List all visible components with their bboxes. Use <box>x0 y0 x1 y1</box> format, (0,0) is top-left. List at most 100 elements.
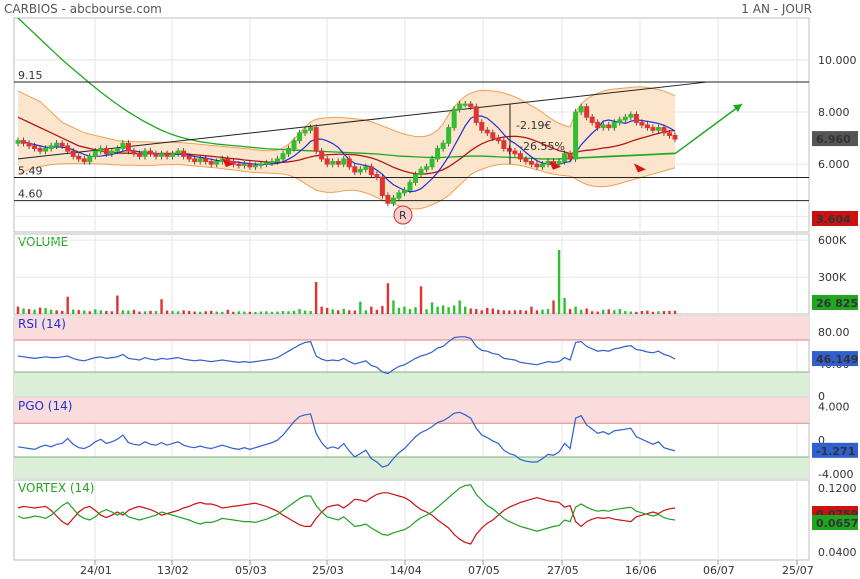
volume-bar <box>215 311 218 314</box>
x-tick-label: 27/05 <box>547 564 579 577</box>
candle-body <box>473 106 479 123</box>
volume-bar <box>121 310 125 314</box>
volume-bar <box>88 311 91 314</box>
volume-bar <box>414 307 417 314</box>
candle-body <box>335 161 341 165</box>
candle-body <box>308 127 314 131</box>
volume-bar <box>370 306 373 314</box>
volume-bar <box>165 310 169 314</box>
volume-bar <box>381 306 384 314</box>
candle-body <box>43 147 49 152</box>
candle-body <box>440 142 446 149</box>
y-tick-label: 10.000 <box>818 54 857 67</box>
volume-bar <box>353 310 356 314</box>
volume-bar <box>138 311 141 314</box>
volume-bar <box>342 308 345 314</box>
volume-bar <box>149 310 152 314</box>
volume-bar <box>475 309 478 314</box>
candle-body <box>341 158 347 165</box>
volume-bar <box>232 311 235 314</box>
volume-bar <box>132 309 136 314</box>
candle-body <box>501 140 507 149</box>
volume-bar <box>425 309 428 314</box>
level-label: 5.49 <box>18 164 43 177</box>
candle-body <box>644 124 650 129</box>
candle-body <box>186 155 192 160</box>
volume-bar <box>204 311 207 314</box>
candle-body <box>606 124 612 129</box>
volume-bar <box>452 305 456 314</box>
volume-bar <box>480 310 483 314</box>
candle-body <box>379 176 385 196</box>
low-price-badge: 3.604 <box>816 213 851 226</box>
candle-body <box>589 116 595 123</box>
volume-bar <box>348 310 351 314</box>
volume-bar <box>447 307 450 314</box>
volume-bar <box>662 311 666 314</box>
candle-body <box>396 192 402 199</box>
x-tick-label: 25/07 <box>782 564 814 577</box>
candle-body <box>446 127 452 144</box>
candle-body <box>578 106 584 113</box>
volume-bar <box>44 308 47 314</box>
volume-bar <box>176 311 180 314</box>
volume-bar <box>546 309 550 314</box>
volume-bar <box>602 309 605 314</box>
volume-bar <box>524 310 528 314</box>
candle-body <box>661 127 667 134</box>
volume-bar <box>226 309 229 314</box>
candle-body <box>181 150 187 157</box>
x-tick-label: 06/07 <box>703 564 735 577</box>
y-tick-label: 0.1200 <box>818 482 857 495</box>
volume-bar <box>613 310 616 314</box>
volume-bar <box>94 309 97 314</box>
volume-bar <box>270 311 274 314</box>
candle-body <box>545 161 551 165</box>
y-tick-label: 80.00 <box>818 326 850 339</box>
x-tick-label: 05/03 <box>235 564 267 577</box>
candle-body <box>148 150 154 155</box>
volume-bar <box>160 299 163 314</box>
y-tick-label: 8.000 <box>818 106 850 119</box>
candle-body <box>297 132 303 142</box>
candle-body <box>666 132 672 136</box>
candle-body <box>468 103 474 108</box>
volume-bar <box>657 311 660 314</box>
volume-bar <box>585 308 588 314</box>
volume-bar <box>624 311 627 314</box>
volume-bar <box>22 308 25 314</box>
volume-bar <box>430 302 434 314</box>
volume-bar <box>359 301 362 314</box>
volume-bar <box>596 311 599 314</box>
x-tick-label: 24/01 <box>80 564 112 577</box>
overbought-zone <box>14 398 809 424</box>
candle-body <box>291 140 297 149</box>
candle-body <box>523 158 529 163</box>
volume-bar <box>66 296 69 314</box>
candle-body <box>109 150 115 155</box>
volume-bar <box>502 310 506 314</box>
volume-bar <box>77 310 80 314</box>
candle-body <box>114 147 120 152</box>
vortex-minus-badge: 0.0657 <box>816 517 858 530</box>
volume-bar <box>276 311 279 314</box>
volume-bar <box>590 311 594 314</box>
candle-body <box>164 153 170 157</box>
signal-marker-label: R <box>399 209 407 222</box>
level-label: 9.15 <box>18 69 43 82</box>
candle-body <box>451 108 457 129</box>
volume-bar <box>497 309 500 314</box>
volume-bar <box>392 300 395 314</box>
candle-body <box>368 166 374 176</box>
candle-body <box>573 111 579 160</box>
volume-bar <box>568 309 572 314</box>
candle-body <box>247 163 253 168</box>
oversold-zone <box>14 456 809 478</box>
volume-bar <box>193 311 196 314</box>
candle-body <box>357 168 363 173</box>
volume-bar <box>116 295 119 314</box>
volume-bar <box>651 311 655 314</box>
candle-body <box>390 197 396 204</box>
candle-body <box>48 145 54 149</box>
volume-bar <box>629 311 633 314</box>
